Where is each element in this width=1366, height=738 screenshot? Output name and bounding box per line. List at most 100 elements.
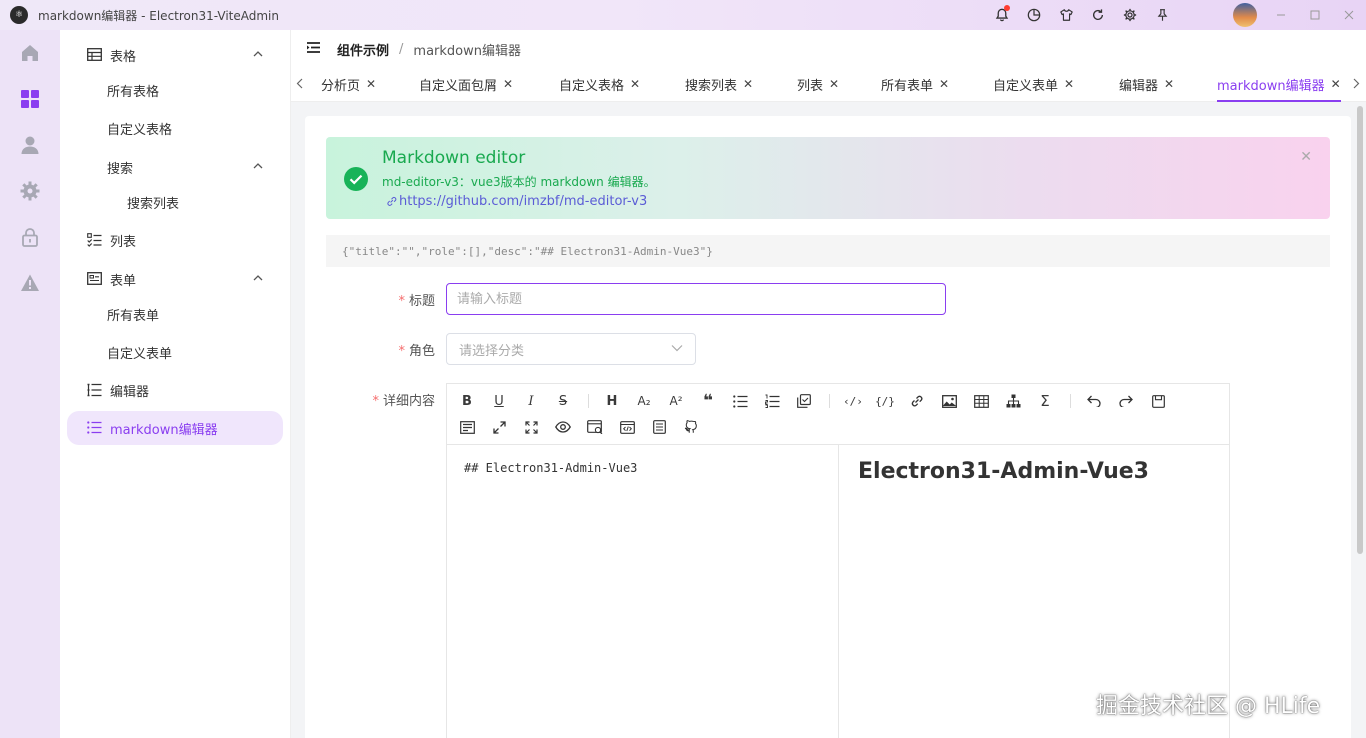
rail-item-home[interactable] — [0, 30, 60, 76]
chevron-left-icon[interactable] — [296, 78, 303, 89]
rail-item-settings[interactable] — [0, 168, 60, 214]
sidebar-item-table[interactable]: 表格 — [67, 38, 283, 72]
close-icon[interactable]: ✕ — [503, 77, 513, 91]
sidebar-item-custom-table[interactable]: 自定义表格 — [67, 111, 283, 145]
tab-list[interactable]: 列表 ✕ — [797, 66, 839, 102]
sidebar-item-custom-form[interactable]: 自定义表单 — [67, 335, 283, 369]
sidebar-item-editor[interactable]: 编辑器 — [67, 373, 283, 407]
redo-button[interactable] — [1115, 390, 1137, 412]
sidebar-item-list[interactable]: 列表 — [67, 223, 283, 257]
chevron-up-icon — [253, 162, 263, 170]
close-button[interactable] — [1332, 0, 1366, 30]
heading-button[interactable]: H — [601, 390, 623, 412]
formula-button[interactable]: Σ — [1034, 390, 1056, 412]
pie-chart-icon[interactable] — [1018, 0, 1050, 30]
quote-button[interactable]: ❝ — [697, 390, 719, 412]
link-button[interactable] — [906, 390, 928, 412]
italic-button[interactable]: I — [520, 390, 542, 412]
menu-toggle-icon[interactable] — [307, 42, 320, 53]
sidebar-item-all-tables[interactable]: 所有表格 — [67, 73, 283, 107]
editor-source-input[interactable]: ## Electron31-Admin-Vue3 — [447, 445, 839, 738]
table-icon — [87, 48, 102, 61]
pin-icon[interactable] — [1146, 0, 1178, 30]
tab-label: 自定义表格 — [559, 78, 625, 94]
close-icon[interactable]: ✕ — [829, 77, 839, 91]
task-list-button[interactable] — [793, 390, 815, 412]
alert-link-text[interactable]: https://github.com/imzbf/md-editor-v3 — [399, 194, 647, 209]
rail-item-dashboard[interactable] — [0, 76, 60, 122]
tab-search-list[interactable]: 搜索列表 ✕ — [685, 66, 753, 102]
sidebar-item-search[interactable]: 搜索 — [67, 150, 283, 184]
tab-all-forms[interactable]: 所有表单 ✕ — [881, 66, 949, 102]
bullet-list-icon — [732, 394, 748, 408]
toc-button[interactable] — [648, 416, 670, 438]
catalog-button[interactable] — [616, 416, 638, 438]
gear-icon[interactable] — [1114, 0, 1146, 30]
maximize-button[interactable] — [1298, 0, 1332, 30]
sidebar-item-all-forms[interactable]: 所有表单 — [67, 297, 283, 331]
chevron-up-icon — [253, 274, 263, 282]
format-icon — [459, 420, 475, 434]
form-icon — [87, 272, 102, 285]
tab-custom-form[interactable]: 自定义表单 ✕ — [993, 66, 1074, 102]
close-icon[interactable]: ✕ — [1064, 77, 1074, 91]
fullscreen-button[interactable] — [520, 416, 542, 438]
close-icon[interactable]: ✕ — [1164, 77, 1174, 91]
title-input[interactable] — [446, 283, 946, 315]
inline-code-button[interactable]: ‹/› — [842, 390, 864, 412]
image-button[interactable] — [938, 390, 960, 412]
strikethrough-button[interactable]: S — [552, 390, 574, 412]
underline-button[interactable]: U — [488, 390, 510, 412]
required-mark: * — [398, 294, 405, 309]
role-select-placeholder: 请选择分类 — [459, 343, 525, 359]
editor-icon — [87, 383, 102, 397]
tab-markdown-editor[interactable]: markdown编辑器 ✕ — [1217, 66, 1341, 102]
rail-item-user[interactable] — [0, 122, 60, 168]
page-scrollbar[interactable] — [1357, 106, 1363, 554]
html-preview-button[interactable] — [584, 416, 606, 438]
preview-button[interactable] — [552, 416, 574, 438]
page-fullscreen-button[interactable] — [488, 416, 510, 438]
tab-analysis[interactable]: 分析页 ✕ — [321, 66, 376, 102]
minimize-button[interactable] — [1264, 0, 1298, 30]
tab-editor[interactable]: 编辑器 ✕ — [1119, 66, 1174, 102]
bold-button[interactable]: B — [456, 390, 478, 412]
shirt-icon[interactable] — [1050, 0, 1082, 30]
close-icon[interactable]: ✕ — [366, 77, 376, 91]
bell-icon[interactable] — [986, 0, 1018, 30]
table-icon — [973, 394, 989, 408]
role-select[interactable]: 请选择分类 — [446, 333, 696, 365]
close-icon[interactable]: ✕ — [743, 77, 753, 91]
rail-item-lock[interactable] — [0, 214, 60, 260]
undo-button[interactable] — [1083, 390, 1105, 412]
close-icon[interactable]: ✕ — [1331, 77, 1341, 91]
close-icon[interactable]: ✕ — [630, 77, 640, 91]
breadcrumb-parent[interactable]: 组件示例 — [337, 40, 389, 59]
unordered-list-button[interactable] — [729, 390, 751, 412]
prettier-button[interactable] — [456, 416, 478, 438]
tab-custom-breadcrumb[interactable]: 自定义面包屑 ✕ — [419, 66, 513, 102]
sidebar-item-markdown-editor[interactable]: markdown编辑器 — [67, 411, 283, 445]
tab-label: 所有表单 — [881, 78, 934, 94]
avatar[interactable] — [1233, 3, 1257, 27]
sidebar-item-search-list[interactable]: 搜索列表 — [67, 185, 283, 219]
alert-description: md-editor-v3：vue3版本的 markdown 编辑器。 — [382, 175, 656, 189]
ordered-list-button[interactable] — [761, 390, 783, 412]
rail-item-warning[interactable] — [0, 260, 60, 306]
sidebar-item-label: 列表 — [110, 234, 137, 250]
sidebar-item-form[interactable]: 表单 — [67, 262, 283, 296]
table-button[interactable] — [970, 390, 992, 412]
github-button[interactable] — [680, 416, 702, 438]
refresh-icon[interactable] — [1082, 0, 1114, 30]
sidebar-item-label: 所有表格 — [107, 84, 160, 100]
subscript-button[interactable]: A₂ — [633, 390, 655, 412]
save-button[interactable] — [1147, 390, 1169, 412]
close-icon[interactable]: ✕ — [939, 77, 949, 91]
tab-custom-table[interactable]: 自定义表格 ✕ — [559, 66, 640, 102]
chevron-right-icon[interactable] — [1353, 78, 1360, 89]
mermaid-button[interactable] — [1002, 390, 1024, 412]
close-icon[interactable]: ✕ — [1300, 149, 1312, 165]
alert-link[interactable]: https://github.com/imzbf/md-editor-v3 — [386, 194, 647, 209]
code-block-button[interactable]: {/} — [874, 390, 896, 412]
superscript-button[interactable]: A² — [665, 390, 687, 412]
